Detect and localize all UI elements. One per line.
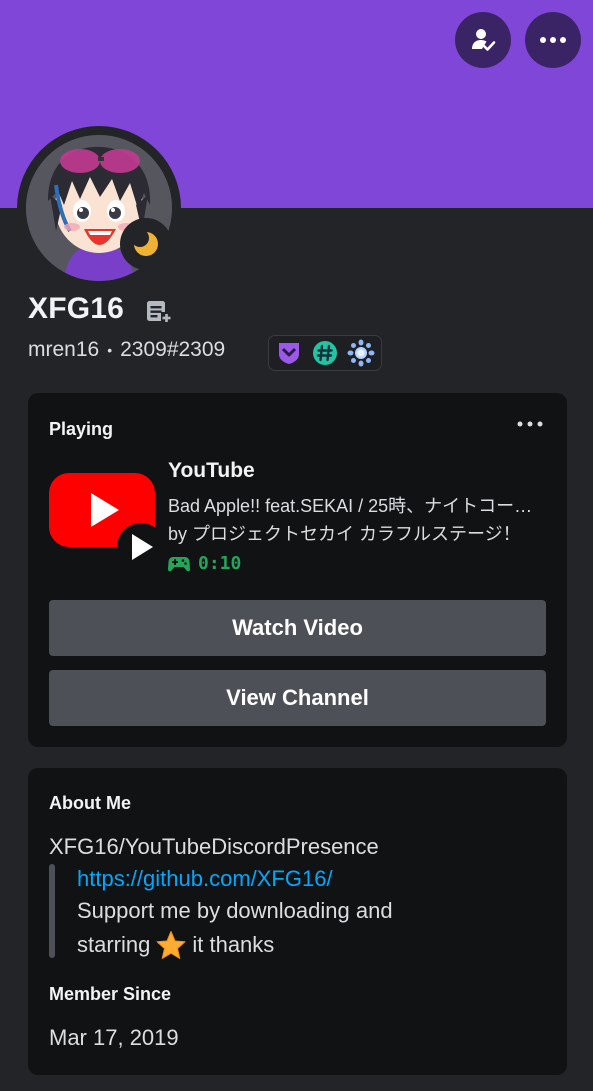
about-section-title: About Me: [49, 793, 131, 813]
activity-state: by プロジェクトセカイ カラフルステージ！: [168, 524, 521, 544]
member-since-title: Member Since: [49, 984, 172, 1004]
gamepad-icon: [168, 556, 190, 571]
about-card: About Me XFG16/YouTubeDiscordPresence ht…: [28, 768, 567, 1075]
activity-large-image: [49, 471, 165, 571]
youtube-logo-icon: [49, 473, 165, 571]
more-options-icon: [540, 37, 566, 43]
activity-section-title: Playing: [49, 419, 114, 439]
activity-more-button[interactable]: [517, 415, 543, 427]
activity-card: Playing YouTube Bad Apple!! feat.SEKAI /…: [28, 393, 567, 747]
note-icon: [147, 301, 172, 323]
handle-row: mren16 • 2309#2309: [28, 338, 225, 362]
wreath-icon: [347, 339, 375, 367]
blockquote-bar: [49, 864, 55, 958]
view-channel-button[interactable]: View Channel: [49, 670, 546, 726]
friend-status-button[interactable]: [455, 12, 511, 68]
elapsed-time: 0:10: [198, 553, 242, 574]
more-horizontal-icon: [517, 421, 543, 427]
badge-hash[interactable]: [309, 337, 341, 369]
more-options-button[interactable]: [525, 12, 581, 68]
github-link[interactable]: https://github.com/XFG16/: [77, 866, 333, 892]
watch-video-button[interactable]: Watch Video: [49, 600, 546, 656]
hash-icon: [313, 341, 337, 365]
add-friend-check-icon: [472, 29, 496, 51]
hypesquad-balance-icon: [279, 343, 299, 364]
status-indicator: [120, 218, 172, 270]
member-since-date: Mar 17, 2019: [49, 1025, 179, 1050]
about-text-line4-end: it thanks: [192, 932, 275, 957]
username: mren16: [28, 338, 100, 361]
display-name: XFG16: [28, 292, 125, 325]
badge-hypesquad[interactable]: [273, 337, 305, 369]
separator-dot: •: [107, 342, 113, 358]
activity-timer: 0:10: [168, 553, 241, 574]
badge-wreath[interactable]: [345, 337, 377, 369]
pronouns: 2309#2309: [120, 338, 226, 361]
add-note-button[interactable]: [145, 298, 173, 331]
about-text-line4: starring it thanks: [77, 930, 274, 960]
activity-details: Bad Apple!! feat.SEKAI / 25時、ナイトコードで。: [168, 496, 538, 516]
badge-list: [268, 335, 382, 371]
star-emoji-icon: [156, 931, 186, 959]
activity-app-name: YouTube: [168, 459, 255, 482]
about-text-line1: XFG16/YouTubeDiscordPresence: [49, 834, 379, 859]
idle-moon-icon: [132, 230, 158, 256]
about-text-line4-start: starring: [77, 932, 151, 957]
about-text-line3: Support me by downloading and: [77, 898, 393, 923]
